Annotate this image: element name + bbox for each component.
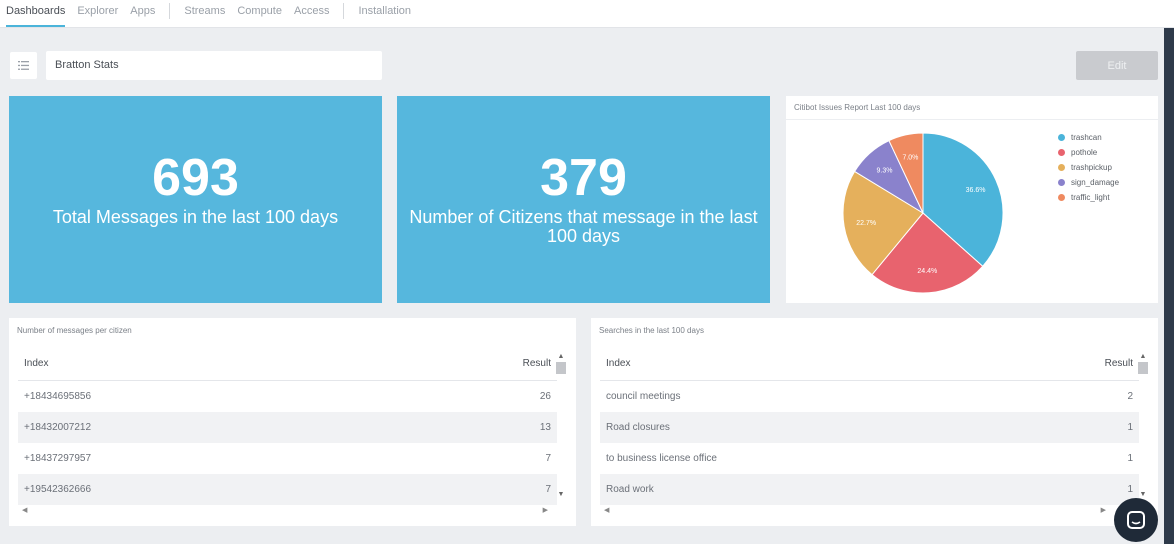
row-result: 2: [1127, 391, 1133, 402]
row-index: council meetings: [606, 391, 681, 402]
row-index: +18432007212: [24, 422, 92, 433]
pie-chart: 36.6% 24.4% 22.7% 9.3% 7.0%: [842, 132, 1004, 294]
table-row[interactable]: +18434695856 26: [18, 381, 557, 412]
total-messages-panel: 693 Total Messages in the last 100 days: [9, 96, 382, 303]
legend-item[interactable]: trashcan: [1058, 130, 1119, 145]
legend-swatch: [1058, 149, 1065, 156]
edit-button[interactable]: Edit: [1076, 51, 1158, 80]
stat-label: Total Messages in the last 100 days: [52, 207, 339, 227]
scroll-up-icon[interactable]: ▲: [555, 352, 567, 362]
scroll-down-icon[interactable]: ▼: [555, 490, 567, 500]
pie-data-label: 22.7%: [856, 220, 876, 227]
table-row[interactable]: council meetings 2: [600, 381, 1139, 412]
tab-installation[interactable]: Installation: [358, 5, 411, 17]
legend-swatch: [1058, 194, 1065, 201]
table-row[interactable]: Road work 1: [600, 474, 1139, 505]
legend-item[interactable]: sign_damage: [1058, 175, 1119, 190]
pie-data-label: 24.4%: [917, 268, 937, 275]
col-index: Index: [24, 357, 49, 369]
table-row[interactable]: +18432007212 13: [18, 412, 557, 443]
searches-table: Index Result council meetings 2 Road clo…: [600, 346, 1139, 505]
nav-divider: [169, 3, 171, 19]
col-result: Result: [522, 357, 551, 369]
legend-label: trashpickup: [1071, 163, 1112, 172]
dashboard-menu-button[interactable]: [10, 52, 37, 79]
issues-pie-panel: Citibot Issues Report Last 100 days 36.6…: [786, 96, 1158, 303]
legend-label: trashcan: [1071, 133, 1102, 142]
table-row[interactable]: to business license office 1: [600, 443, 1139, 474]
row-result: 1: [1127, 422, 1133, 433]
list-icon: [18, 61, 29, 70]
table-row[interactable]: +19542362666 7: [18, 474, 557, 505]
stat-label: Number of Citizens that message in the l…: [409, 207, 758, 246]
col-index: Index: [606, 357, 631, 369]
pie-data-label: 36.6%: [966, 187, 986, 194]
row-result: 7: [545, 484, 551, 495]
messages-per-citizen-panel: Number of messages per citizen Index Res…: [9, 318, 576, 526]
top-nav: Dashboards Explorer Apps Streams Compute…: [0, 0, 1174, 28]
nav-divider: [343, 3, 345, 19]
tab-explorer[interactable]: Explorer: [77, 5, 118, 17]
pie-data-label: 9.3%: [877, 168, 893, 175]
stat-value: 379: [540, 149, 627, 207]
scroll-left-icon[interactable]: ◀: [22, 506, 27, 514]
row-result: 26: [539, 391, 551, 402]
searches-panel: Searches in the last 100 days Index Resu…: [591, 318, 1158, 526]
scroll-up-icon[interactable]: ▲: [1137, 352, 1149, 362]
pie-legend: trashcan pothole trashpickup sign_damagetra…: [1058, 130, 1119, 205]
messages-table: Index Result +18434695856 26 +1843200721…: [18, 346, 557, 505]
nav-tabs: Dashboards Explorer Apps Streams Compute…: [0, 0, 423, 27]
col-result: Result: [1104, 357, 1133, 369]
tab-streams[interactable]: Streams: [184, 5, 225, 17]
legend-item[interactable]: trashpickup: [1058, 160, 1119, 175]
scroll-right-icon[interactable]: ▶: [1101, 506, 1106, 514]
scroll-right-icon[interactable]: ▶: [543, 506, 548, 514]
table-header: Index Result: [18, 346, 557, 381]
pie-data-label: 7.0%: [902, 154, 918, 161]
legend-item[interactable]: pothole: [1058, 145, 1119, 160]
tab-dashboards[interactable]: Dashboards: [6, 5, 66, 27]
row-result: 13: [539, 422, 551, 433]
chat-button[interactable]: [1114, 498, 1158, 542]
panel-title: Searches in the last 100 days: [599, 326, 704, 335]
tab-access[interactable]: Access: [294, 5, 329, 17]
row-index: Road closures: [606, 422, 670, 433]
row-result: 1: [1127, 453, 1133, 464]
row-index: +19542362666: [24, 484, 92, 495]
panel-title: Number of messages per citizen: [17, 326, 132, 335]
table-header: Index Result: [600, 346, 1139, 381]
legend-label: sign_damage: [1071, 178, 1120, 187]
table-row[interactable]: Road closures 1: [600, 412, 1139, 443]
legend-label: pothole: [1071, 148, 1098, 157]
stat-value: 693: [152, 149, 239, 207]
citizens-panel: 379 Number of Citizens that message in t…: [397, 96, 770, 303]
row-index: to business license office: [606, 453, 717, 464]
vertical-scrollbar[interactable]: ▲ ▼: [1137, 352, 1149, 514]
row-index: +18434695856: [24, 391, 92, 402]
legend-swatch: [1058, 164, 1065, 171]
row-result: 1: [1127, 484, 1133, 495]
scroll-thumb[interactable]: [1138, 362, 1148, 374]
row-index: +18437297957: [24, 453, 92, 464]
table-row[interactable]: +18437297957 7: [18, 443, 557, 474]
scroll-thumb[interactable]: [556, 362, 566, 374]
window-edge: [1164, 28, 1174, 544]
legend-swatch: [1058, 179, 1065, 186]
horizontal-scrollbar[interactable]: ◀ ▶: [600, 503, 1110, 517]
chat-icon: [1127, 511, 1145, 529]
row-result: 7: [545, 453, 551, 464]
scroll-left-icon[interactable]: ◀: [604, 506, 609, 514]
vertical-scrollbar[interactable]: ▲ ▼: [555, 352, 567, 514]
legend-item[interactable]: traffic_light: [1058, 190, 1119, 205]
legend-label: traffic_light: [1071, 193, 1110, 202]
horizontal-scrollbar[interactable]: ◀ ▶: [18, 503, 552, 517]
tab-apps[interactable]: Apps: [130, 5, 155, 17]
row-index: Road work: [606, 484, 654, 495]
dashboard-title-field[interactable]: Bratton Stats: [46, 51, 382, 80]
tab-compute[interactable]: Compute: [237, 5, 282, 17]
legend-swatch: [1058, 134, 1065, 141]
